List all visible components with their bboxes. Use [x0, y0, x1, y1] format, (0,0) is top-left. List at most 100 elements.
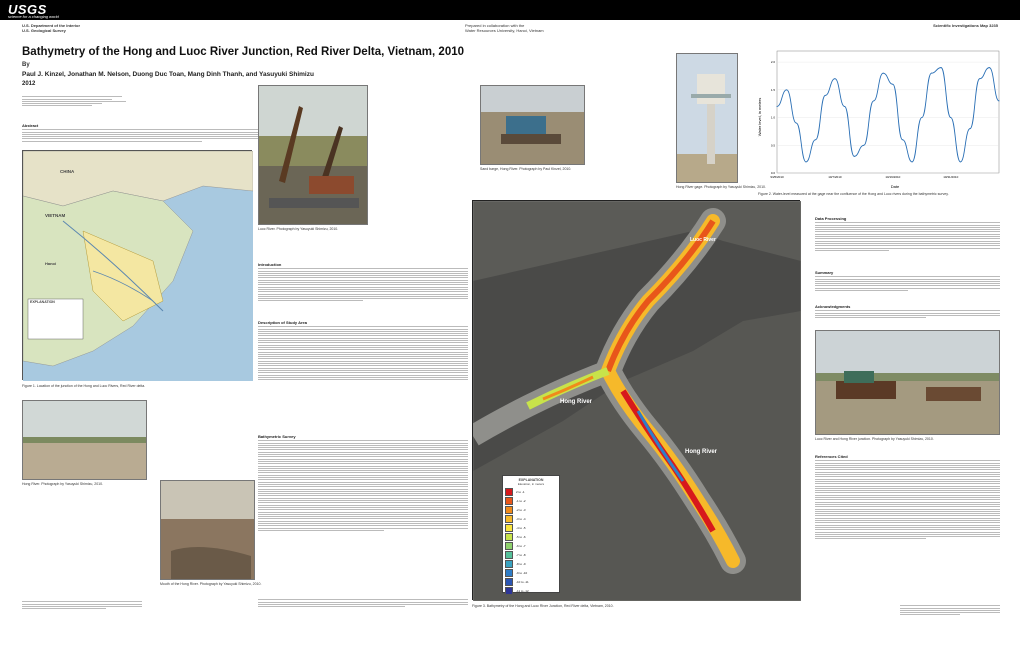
- location-map: [22, 150, 254, 381]
- legend-swatch: [505, 532, 513, 541]
- water-level-chart: Water level, in meters Date 0.0 0.5 1.0 1.5…: [755, 45, 1005, 190]
- legend-swatch: [505, 550, 513, 559]
- chart-data-point: [930, 72, 932, 74]
- legend-label: -3 to -4: [516, 516, 526, 521]
- legend-label: -11 to -12: [516, 588, 529, 593]
- chart-x-axis-label: Date: [891, 184, 900, 189]
- study-area-text: [258, 325, 468, 381]
- figure3-caption: Figure 3. Bathymetry of the Hong and Luo…: [472, 604, 614, 608]
- legend-item: -7 to -8: [505, 550, 557, 559]
- map-label-hong-river-upper: Hong River: [560, 399, 593, 405]
- usgs-tagline: science for a changing world: [8, 14, 59, 19]
- map-label-vietnam: VIETNAM: [45, 213, 66, 218]
- photo-gage-caption: Hong River gage. Photograph by Yasuyuki …: [676, 185, 766, 189]
- legend-swatch: [505, 523, 513, 532]
- chart-data-point: [921, 117, 923, 119]
- legend-label: -2 to -3: [516, 507, 526, 512]
- chart-data-point: [805, 161, 807, 163]
- series-label: Scientific Investigations Map 3235: [933, 23, 998, 28]
- photo-junction: [815, 330, 1000, 435]
- chart-x-tick-label: 9/25/2010: [770, 175, 784, 179]
- legend-label: -5 to -6: [516, 534, 526, 539]
- legend-item: -11 to -12: [505, 586, 557, 595]
- legend-item: -1 to -2: [505, 496, 557, 505]
- bathymetric-text: [258, 439, 468, 532]
- chart-data-point: [834, 78, 836, 80]
- affiliations: [22, 95, 132, 108]
- figure2-caption: Figure 2. Water-level measured at the ga…: [758, 192, 949, 196]
- legend-swatch: [505, 505, 513, 514]
- legend-label: -10 to -11: [516, 579, 529, 584]
- legend-item: -6 to -7: [505, 541, 557, 550]
- map-title: Bathymetry of the Hong and Luoc River Ju…: [22, 46, 465, 58]
- chart-data-point: [844, 105, 846, 107]
- chart-data-point: [824, 94, 826, 96]
- chart-x-tick-label: 10/7/2010: [828, 175, 842, 179]
- chart-y-tick-label: 1.5: [771, 88, 776, 92]
- map-label-hong-river-lower: Hong River: [685, 449, 718, 455]
- legend-item: -3 to -4: [505, 514, 557, 523]
- legend-swatch: [505, 514, 513, 523]
- legend-swatch: [505, 496, 513, 505]
- citation-block: [22, 600, 142, 610]
- photo-junction-caption: Luoc River and Hong River junction. Phot…: [815, 437, 934, 441]
- legend-subtitle: Elevation, in meters: [517, 482, 545, 486]
- legend-item: -9 to -10: [505, 568, 557, 577]
- map-label-luoc-river: Luoc River: [690, 237, 716, 243]
- byline-by: By: [22, 62, 30, 68]
- legend-swatch: [505, 487, 513, 496]
- chart-data-point: [882, 72, 884, 74]
- photo-mouth-caption: Mouth of the Hong River. Photograph by Y…: [160, 582, 262, 586]
- legend-item: -5 to -6: [505, 532, 557, 541]
- legend-label: -8 to -9: [516, 561, 526, 566]
- photo-gage: [676, 53, 738, 183]
- location-map-legend-title: EXPLANATION: [30, 300, 55, 304]
- chart-data-point: [959, 161, 961, 163]
- legend-swatch: [505, 559, 513, 568]
- chart-data-point: [795, 122, 797, 124]
- survey-label: U.S. Geological Survey: [22, 28, 66, 33]
- introduction-text: [258, 267, 468, 303]
- legend-label: -1 to -2: [516, 498, 526, 503]
- chart-y-tick-label: 2.0: [771, 60, 776, 64]
- chart-data-point: [853, 155, 855, 157]
- map-label-hanoi: Hanoi: [45, 261, 57, 266]
- chart-data-point: [873, 100, 875, 102]
- usgs-banner: [0, 0, 1020, 20]
- legend-item: -2 to -3: [505, 505, 557, 514]
- legend-rows: 2 to -1 -1 to -2 -2 to -3 -3 to -4 -4 to -5 -…: [505, 487, 557, 595]
- data-processing-text: [815, 221, 1000, 252]
- chart-data-point: [911, 161, 913, 163]
- chart-x-tick-label: 10/31/2010: [943, 175, 958, 179]
- photo-sand-barge: [480, 85, 585, 165]
- legend-swatch: [505, 541, 513, 550]
- legend-label: -7 to -8: [516, 552, 526, 557]
- chart-x-tick-label: 10/19/2010: [885, 175, 900, 179]
- figure1-caption: Figure 1. Location of the junction of th…: [22, 384, 146, 388]
- bathymetry-legend: EXPLANATION Elevation, in meters 2 to -1…: [502, 475, 560, 595]
- legend-swatch: [505, 586, 513, 595]
- chart-data-point: [776, 105, 778, 107]
- water-level-chart-svg: Water level, in meters Date 0.00.51.01.5…: [757, 50, 1000, 189]
- chart-data-point: [901, 139, 903, 141]
- legend-swatch: [505, 577, 513, 586]
- chart-y-tick-label: 1.0: [771, 116, 776, 120]
- photo-hong-river: [22, 400, 147, 480]
- chart-data-point: [815, 139, 817, 141]
- legend-label: -4 to -5: [516, 525, 526, 530]
- chart-data-point: [786, 89, 788, 91]
- acknowledgments-text: [815, 309, 1000, 319]
- chart-data-point: [940, 67, 942, 69]
- photo-hong-mouth: [160, 480, 255, 580]
- chart-data-point: [998, 100, 1000, 102]
- chart-y-axis-label: Water level, in meters: [757, 98, 762, 137]
- chart-data-point: [979, 78, 981, 80]
- photo-hong-caption: Hong River. Photograph by Yasuyuki Shimi…: [22, 482, 104, 486]
- university-label: Water Resources University, Hanoi, Vietn…: [465, 28, 544, 33]
- chart-data-point: [863, 144, 865, 146]
- chart-data-point: [988, 67, 990, 69]
- map-label-china: CHINA: [60, 169, 75, 174]
- photo-luoc-river: [258, 85, 368, 225]
- authors: Paul J. Kinzel, Jonathan M. Nelson, Duon…: [22, 71, 314, 78]
- legend-item: -4 to -5: [505, 523, 557, 532]
